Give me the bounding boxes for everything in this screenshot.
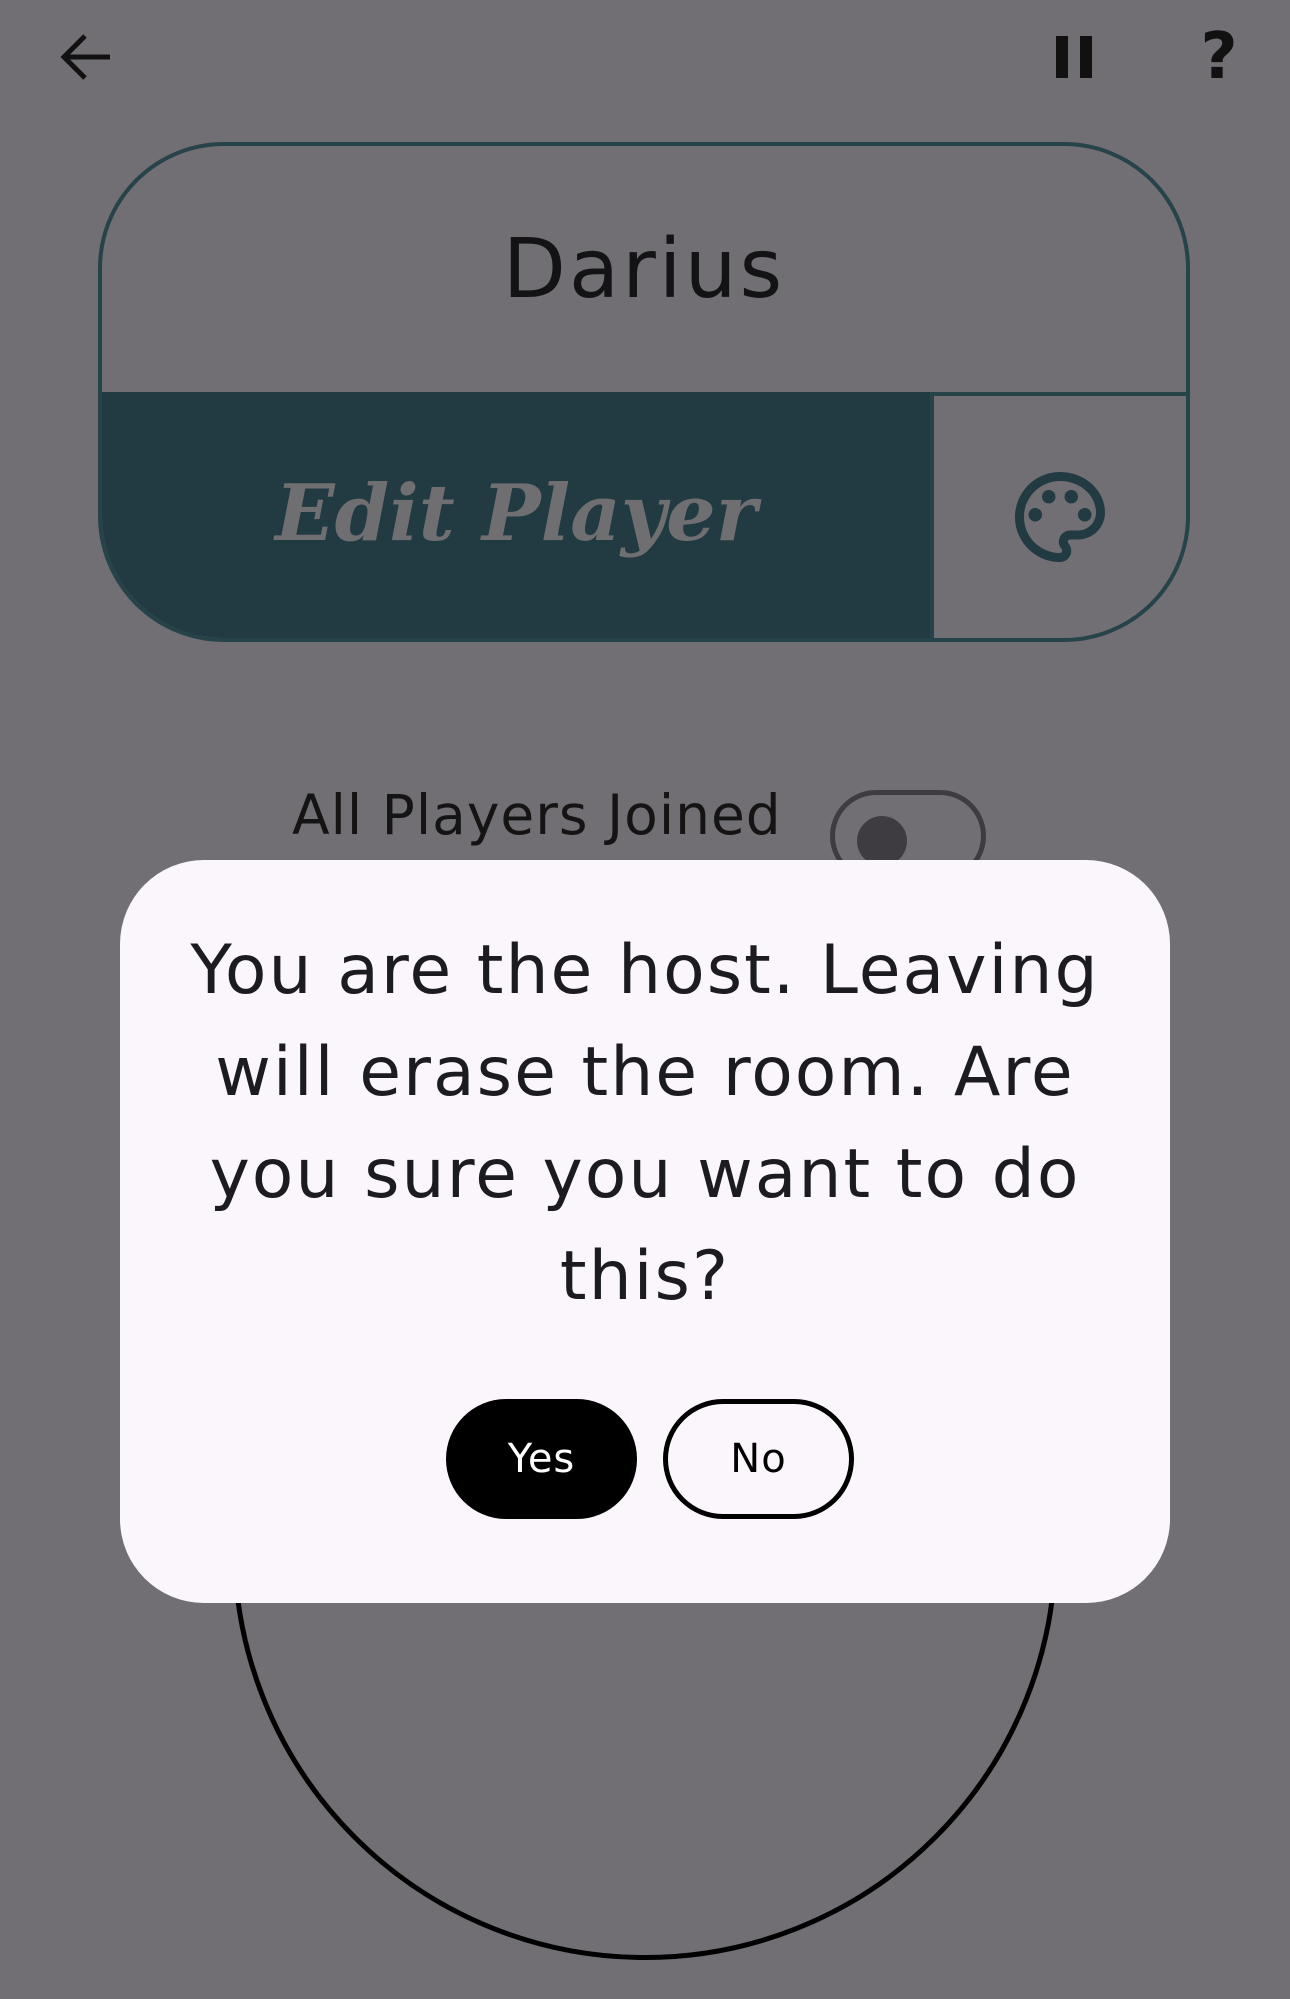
yes-button[interactable]: Yes	[446, 1399, 637, 1519]
no-button[interactable]: No	[663, 1399, 854, 1519]
help-button[interactable]: ?	[1194, 22, 1244, 92]
palette-button[interactable]	[930, 392, 1186, 638]
palette-icon	[1015, 472, 1105, 562]
all-players-joined-row: All Players Joined	[292, 788, 782, 843]
player-name: Darius	[502, 221, 786, 317]
pause-icon[interactable]	[1054, 36, 1094, 78]
leave-room-dialog: You are the host. Leaving will erase the…	[120, 860, 1170, 1603]
back-arrow-icon[interactable]	[58, 30, 112, 84]
dialog-actions: Yes No	[120, 1399, 1170, 1519]
dialog-message: You are the host. Leaving will erase the…	[190, 931, 1100, 1316]
player-card: Darius Edit Player	[98, 142, 1190, 642]
all-players-joined-label: All Players Joined	[292, 783, 782, 847]
toggle-knob	[857, 816, 907, 866]
edit-player-button[interactable]: Edit Player	[102, 392, 930, 638]
